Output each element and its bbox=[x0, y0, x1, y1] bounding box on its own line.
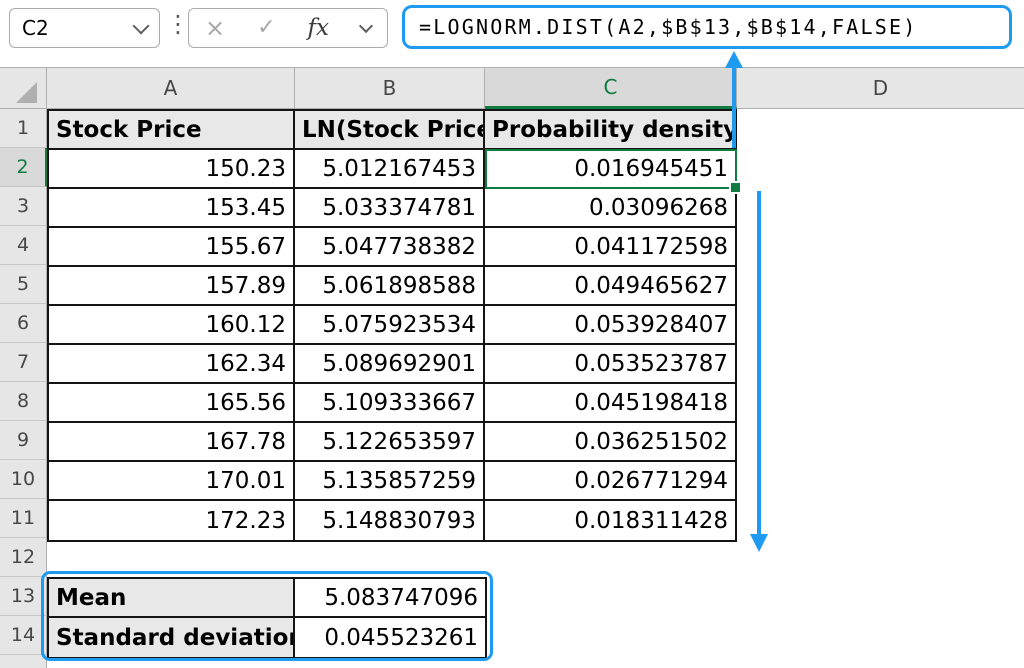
cell-A3[interactable]: 153.45 bbox=[49, 189, 295, 228]
column-header-A[interactable]: A bbox=[47, 67, 295, 109]
formula-toolbar: × ✓ fx bbox=[188, 8, 388, 48]
cell-C2[interactable]: 0.016945451 bbox=[485, 150, 735, 189]
cell-C1[interactable]: Probability density bbox=[485, 111, 735, 150]
cell-C8[interactable]: 0.045198418 bbox=[485, 384, 735, 423]
formula-bar-input[interactable]: =LOGNORM.DIST(A2,$B$13,$B$14,FALSE) bbox=[402, 5, 1012, 49]
chevron-down-icon[interactable] bbox=[359, 18, 373, 32]
fill-handle[interactable] bbox=[731, 183, 740, 192]
cell-C11[interactable]: 0.018311428 bbox=[485, 501, 735, 540]
row-header-8[interactable]: 8 bbox=[0, 382, 47, 421]
row-header-11[interactable]: 11 bbox=[0, 499, 47, 538]
data-table: Stock PriceLN(Stock Price)Probability de… bbox=[47, 109, 737, 542]
cell-A9[interactable]: 167.78 bbox=[49, 423, 295, 462]
row-header-1[interactable]: 1 bbox=[0, 109, 47, 148]
row-header-10[interactable]: 10 bbox=[0, 460, 47, 499]
annotation-arrow-up-head-icon bbox=[725, 51, 743, 68]
cell-C3[interactable]: 0.03096268 bbox=[485, 189, 735, 228]
row-header-6[interactable]: 6 bbox=[0, 304, 47, 343]
cell-B13[interactable]: 5.083747096 bbox=[295, 579, 485, 618]
spreadsheet-app: C2 ⋮ × ✓ fx =LOGNORM.DIST(A2,$B$13,$B$14… bbox=[0, 0, 1024, 668]
cell-B7[interactable]: 5.089692901 bbox=[295, 345, 485, 384]
chevron-down-icon[interactable] bbox=[133, 17, 150, 34]
cell-B1[interactable]: LN(Stock Price) bbox=[295, 111, 485, 150]
cell-B3[interactable]: 5.033374781 bbox=[295, 189, 485, 228]
cell-C7[interactable]: 0.053523787 bbox=[485, 345, 735, 384]
cell-B4[interactable]: 5.047738382 bbox=[295, 228, 485, 267]
select-all-triangle-icon bbox=[16, 82, 37, 103]
separator-dots-icon: ⋮ bbox=[166, 10, 190, 38]
row-header-12[interactable]: 12 bbox=[0, 538, 47, 577]
cell-A4[interactable]: 155.67 bbox=[49, 228, 295, 267]
cell-A8[interactable]: 165.56 bbox=[49, 384, 295, 423]
stats-table: Mean5.083747096Standard deviation0.04552… bbox=[47, 577, 487, 659]
cell-B8[interactable]: 5.109333667 bbox=[295, 384, 485, 423]
name-box-value: C2 bbox=[22, 16, 135, 40]
cell-B9[interactable]: 5.122653597 bbox=[295, 423, 485, 462]
column-header-B[interactable]: B bbox=[295, 67, 485, 109]
annotation-arrow-down bbox=[757, 191, 761, 534]
row-header-14[interactable]: 14 bbox=[0, 616, 47, 655]
row-header-15[interactable] bbox=[0, 655, 47, 668]
cell-A13[interactable]: Mean bbox=[49, 579, 295, 618]
cell-C4[interactable]: 0.041172598 bbox=[485, 228, 735, 267]
cancel-icon[interactable]: × bbox=[205, 16, 225, 40]
row-header-9[interactable]: 9 bbox=[0, 421, 47, 460]
row-header-7[interactable]: 7 bbox=[0, 343, 47, 382]
insert-function-icon[interactable]: fx bbox=[308, 15, 329, 41]
cell-C6[interactable]: 0.053928407 bbox=[485, 306, 735, 345]
cell-B10[interactable]: 5.135857259 bbox=[295, 462, 485, 501]
enter-icon[interactable]: ✓ bbox=[257, 17, 275, 39]
cell-A7[interactable]: 162.34 bbox=[49, 345, 295, 384]
cell-B11[interactable]: 5.148830793 bbox=[295, 501, 485, 540]
annotation-arrow-down-head-icon bbox=[750, 534, 768, 552]
cell-A10[interactable]: 170.01 bbox=[49, 462, 295, 501]
row-header-3[interactable]: 3 bbox=[0, 187, 47, 226]
cell-B6[interactable]: 5.075923534 bbox=[295, 306, 485, 345]
cell-A2[interactable]: 150.23 bbox=[49, 150, 295, 189]
column-header-C[interactable]: C bbox=[485, 67, 737, 109]
row-header-13[interactable]: 13 bbox=[0, 577, 47, 616]
cell-A14[interactable]: Standard deviation bbox=[49, 618, 295, 657]
column-header-D[interactable]: D bbox=[737, 67, 1024, 109]
cell-C9[interactable]: 0.036251502 bbox=[485, 423, 735, 462]
cell-A1[interactable]: Stock Price bbox=[49, 111, 295, 150]
name-box[interactable]: C2 bbox=[9, 8, 160, 48]
cell-A11[interactable]: 172.23 bbox=[49, 501, 295, 540]
annotation-arrow-up bbox=[732, 67, 736, 148]
cell-B2[interactable]: 5.012167453 bbox=[295, 150, 485, 189]
row-header-5[interactable]: 5 bbox=[0, 265, 47, 304]
cell-B14[interactable]: 0.045523261 bbox=[295, 618, 485, 657]
cell-A5[interactable]: 157.89 bbox=[49, 267, 295, 306]
cell-B5[interactable]: 5.061898588 bbox=[295, 267, 485, 306]
row-header-4[interactable]: 4 bbox=[0, 226, 47, 265]
formula-text: =LOGNORM.DIST(A2,$B$13,$B$14,FALSE) bbox=[419, 15, 917, 39]
cell-C5[interactable]: 0.049465627 bbox=[485, 267, 735, 306]
cell-C10[interactable]: 0.026771294 bbox=[485, 462, 735, 501]
select-all-corner[interactable] bbox=[0, 67, 47, 109]
row-header-2[interactable]: 2 bbox=[0, 148, 47, 187]
cell-A6[interactable]: 160.12 bbox=[49, 306, 295, 345]
